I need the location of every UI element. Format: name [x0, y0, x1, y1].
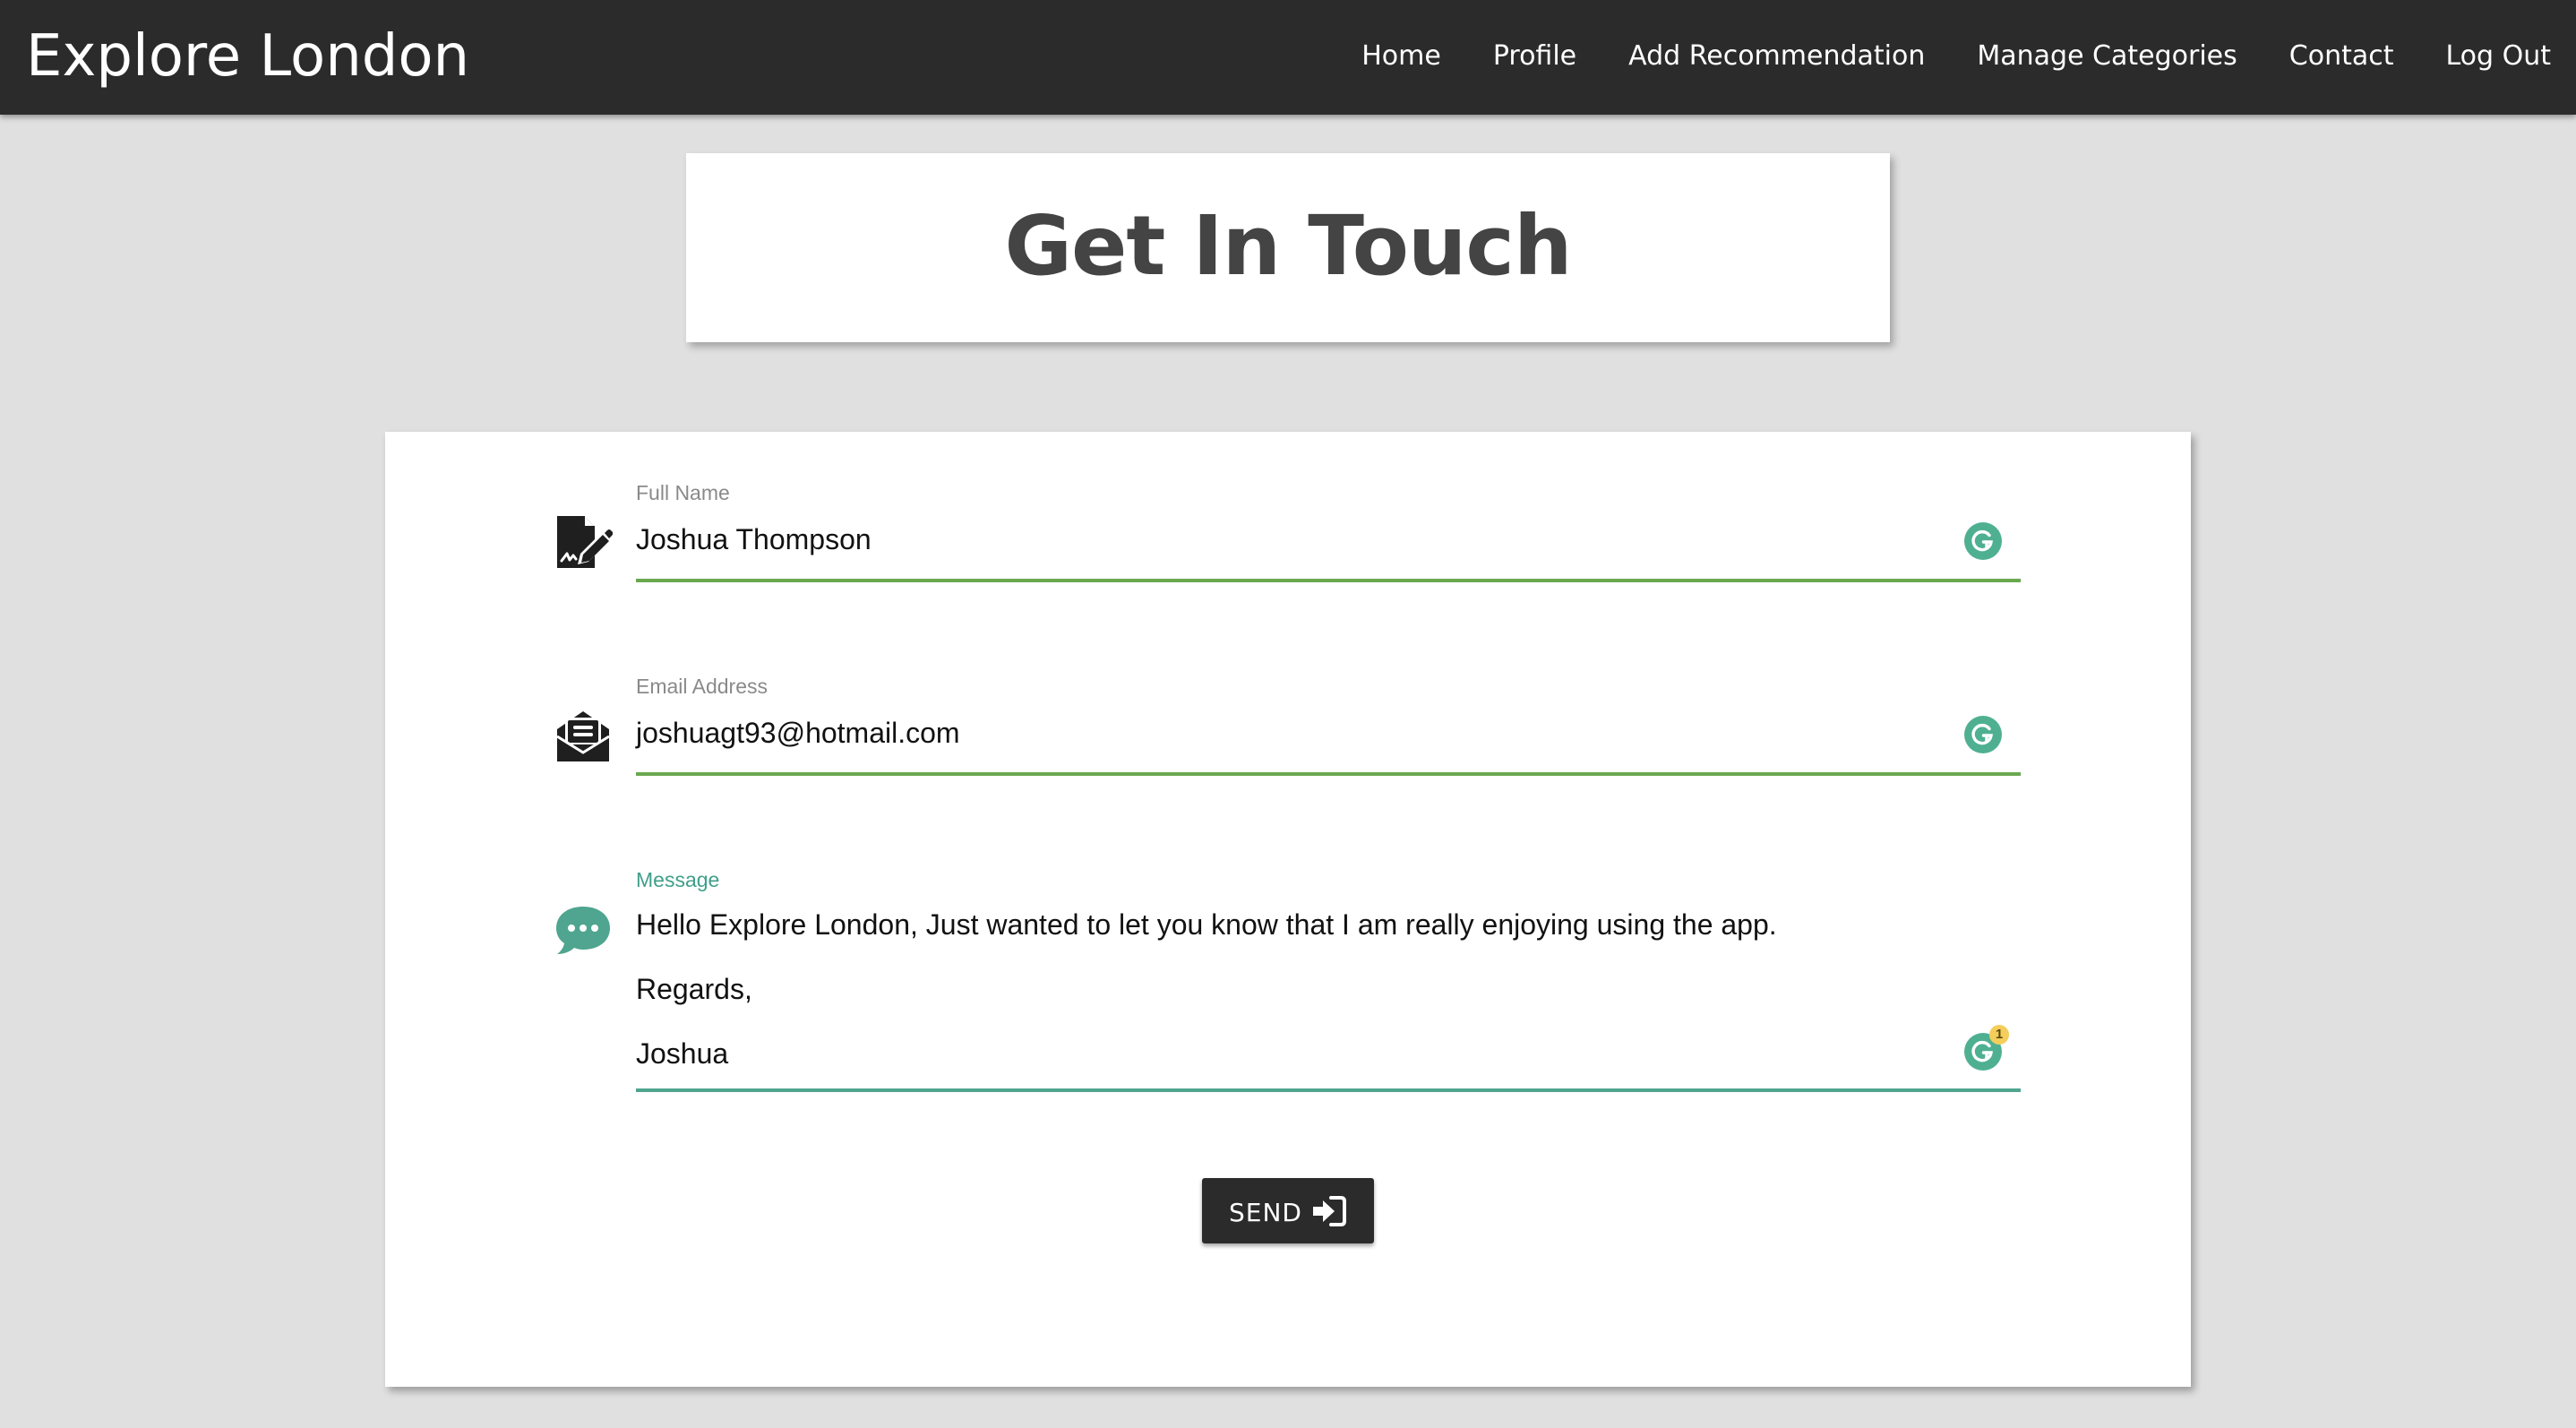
- grammarly-icon[interactable]: 1: [1964, 1025, 2009, 1071]
- chat-bubble-icon: [556, 907, 610, 954]
- grammarly-issue-count: 1: [1989, 1025, 2009, 1045]
- top-navbar: Explore London Home Profile Add Recommen…: [0, 0, 2576, 115]
- header-card: Get In Touch: [686, 153, 1890, 342]
- send-button[interactable]: SEND: [1202, 1178, 1374, 1243]
- envelope-open-text-icon: [556, 711, 610, 761]
- message-line[interactable]: Regards,: [636, 971, 752, 1007]
- full-name-underline: [636, 579, 2021, 582]
- message-label: Message: [636, 868, 720, 891]
- signature-edit-icon: [557, 516, 613, 568]
- grammarly-icon[interactable]: [1964, 716, 2002, 753]
- contact-form: Full Name Joshua Thompson Email Address …: [385, 432, 2191, 1387]
- page-title: Get In Touch: [1004, 198, 1573, 294]
- nav-home[interactable]: Home: [1361, 36, 1441, 77]
- nav-profile[interactable]: Profile: [1493, 36, 1576, 77]
- email-input[interactable]: joshuagt93@hotmail.com: [636, 715, 960, 751]
- message-line[interactable]: Hello Explore London, Just wanted to let…: [636, 907, 1777, 942]
- nav-manage-categories[interactable]: Manage Categories: [1977, 36, 2237, 77]
- email-label: Email Address: [636, 675, 769, 698]
- brand-title[interactable]: Explore London: [26, 20, 469, 93]
- nav-add-recommendation[interactable]: Add Recommendation: [1628, 36, 1925, 77]
- message-underline: [636, 1088, 2021, 1092]
- full-name-label: Full Name: [636, 481, 730, 504]
- email-underline: [636, 772, 2021, 776]
- message-line[interactable]: Joshua: [636, 1036, 728, 1071]
- send-button-label: SEND: [1229, 1197, 1302, 1227]
- nav-links: Home Profile Add Recommendation Manage C…: [1361, 36, 2551, 77]
- full-name-input[interactable]: Joshua Thompson: [636, 521, 872, 557]
- nav-contact[interactable]: Contact: [2289, 36, 2394, 77]
- sign-in-icon: [1312, 1195, 1346, 1226]
- grammarly-icon[interactable]: [1964, 522, 2002, 560]
- nav-log-out[interactable]: Log Out: [2445, 36, 2551, 77]
